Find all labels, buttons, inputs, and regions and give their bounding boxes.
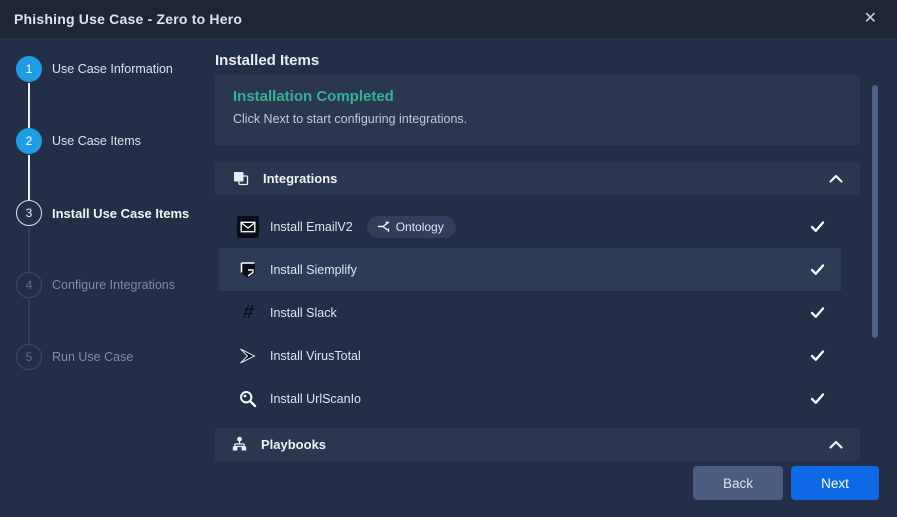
step-label-1: Use Case Information: [52, 62, 173, 76]
step-label-5: Run Use Case: [52, 350, 133, 364]
item-label: Install VirusTotal: [270, 349, 361, 363]
back-button[interactable]: Back: [693, 466, 783, 500]
installation-status-panel: Installation Completed Click Next to sta…: [215, 75, 860, 145]
stepper-connector-3-4: [28, 227, 30, 272]
check-icon: [810, 306, 825, 319]
stepper-connector-2-3: [28, 155, 30, 200]
check-icon: [810, 349, 825, 362]
step-label-2: Use Case Items: [52, 134, 141, 148]
list-item-install-urlscanio[interactable]: Install UrlScanIo: [219, 377, 841, 420]
section-label-playbooks: Playbooks: [261, 437, 828, 452]
step-circle-4: 4: [16, 272, 42, 298]
use-case-wizard-dialog: Phishing Use Case - Zero to Hero ✕ 1 Use…: [0, 0, 897, 517]
installation-status-title: Installation Completed: [233, 88, 842, 105]
ontology-badge[interactable]: Ontology: [367, 216, 456, 238]
list-item-install-siemplify[interactable]: Install Siemplify: [219, 248, 841, 291]
section-header-integrations[interactable]: Integrations: [215, 162, 860, 195]
virustotal-icon: [237, 345, 259, 367]
email-icon: [237, 216, 259, 238]
step-circle-3: 3: [16, 200, 42, 226]
item-label: Install EmailV2: [270, 220, 353, 234]
stepper-connector-1-2: [28, 83, 30, 128]
section-label-integrations: Integrations: [263, 171, 828, 186]
step-label-4: Configure Integrations: [52, 278, 175, 292]
scrollbar-thumb[interactable]: [872, 85, 878, 338]
step-circle-1: 1: [16, 56, 42, 82]
check-icon: [810, 392, 825, 405]
integrations-icon: [231, 169, 250, 188]
check-icon: [810, 263, 825, 276]
slack-icon: #: [237, 302, 259, 324]
item-label: Install Slack: [270, 306, 337, 320]
page-title: Installed Items: [215, 52, 319, 69]
list-item-install-slack[interactable]: # Install Slack: [219, 291, 841, 334]
step-label-3: Install Use Case Items: [52, 206, 189, 221]
item-label: Install UrlScanIo: [270, 392, 361, 406]
playbooks-icon: [231, 436, 248, 453]
ontology-branch-icon: [377, 220, 390, 233]
chevron-up-icon[interactable]: [828, 439, 844, 450]
check-icon: [810, 220, 825, 233]
step-circle-2: 2: [16, 128, 42, 154]
badge-label: Ontology: [396, 220, 444, 234]
list-item-install-emailv2[interactable]: Install EmailV2 Ontology: [219, 205, 841, 248]
close-icon[interactable]: ✕: [860, 9, 881, 29]
step-circle-5: 5: [16, 344, 42, 370]
section-header-playbooks[interactable]: Playbooks: [215, 428, 860, 461]
list-item-install-virustotal[interactable]: Install VirusTotal: [219, 334, 841, 377]
urlscan-magnifier-icon: [237, 388, 259, 410]
item-label: Install Siemplify: [270, 263, 357, 277]
chevron-up-icon[interactable]: [828, 173, 844, 184]
stepper-connector-4-5: [28, 299, 30, 344]
siemplify-icon: [237, 259, 259, 281]
installation-status-subtitle: Click Next to start configuring integrat…: [233, 112, 842, 126]
next-button[interactable]: Next: [791, 466, 879, 500]
dialog-titlebar: Phishing Use Case - Zero to Hero ✕: [0, 0, 897, 38]
dialog-title: Phishing Use Case - Zero to Hero: [14, 11, 242, 27]
